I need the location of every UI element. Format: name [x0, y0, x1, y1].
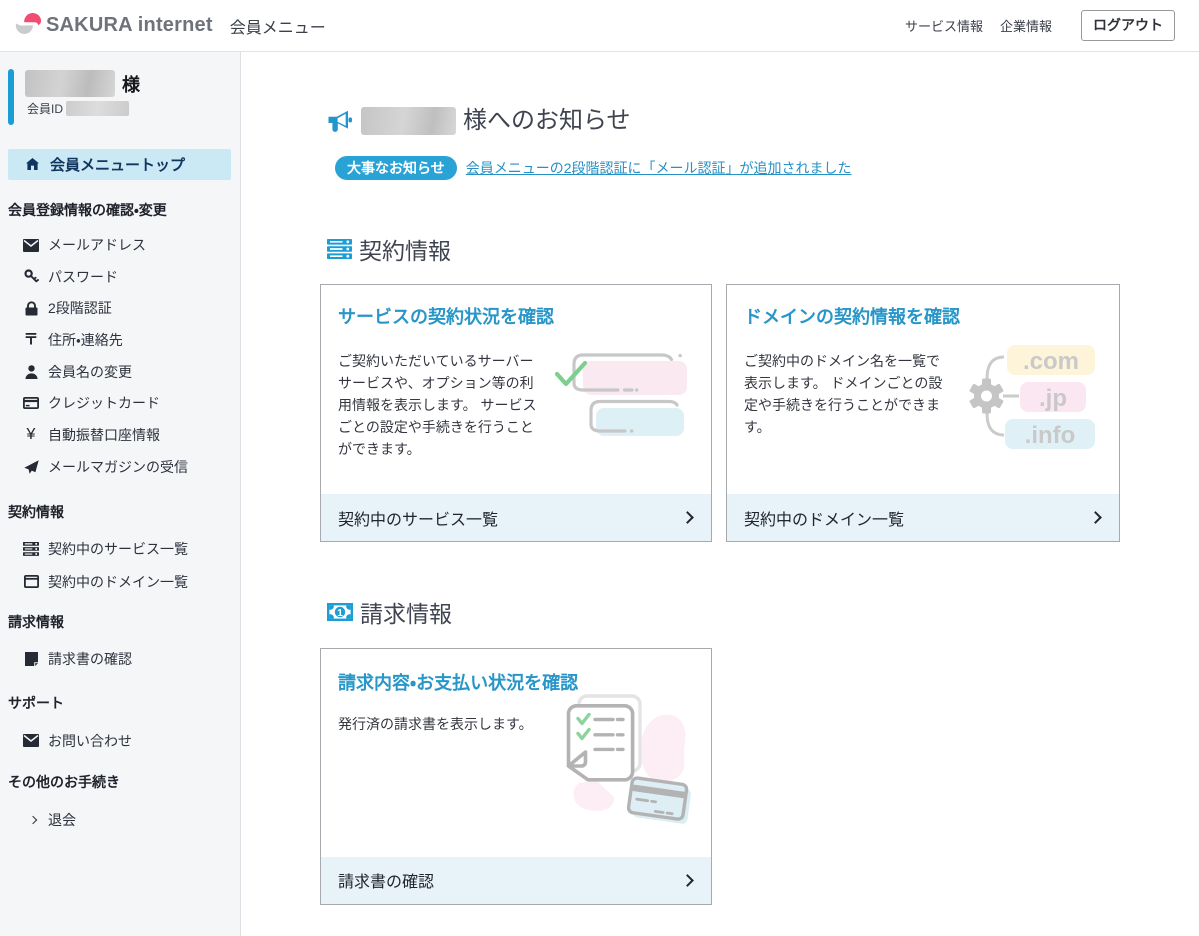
svg-text:.info: .info: [1025, 422, 1076, 449]
svg-text:1: 1: [337, 607, 343, 619]
svg-text:.com: .com: [1023, 348, 1079, 375]
svg-text:.jp: .jp: [1039, 385, 1067, 412]
